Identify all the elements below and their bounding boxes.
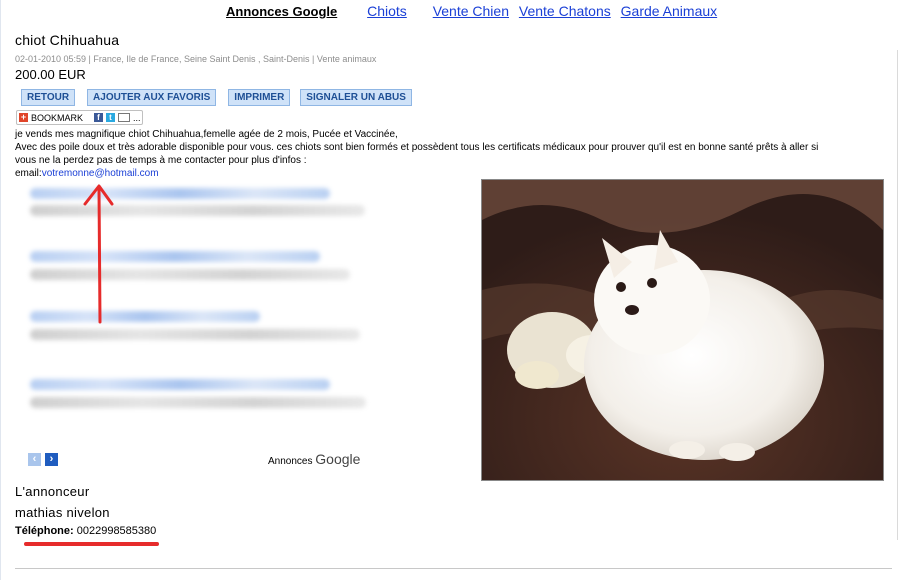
ads-label: Annonces bbox=[268, 456, 313, 467]
blurred-ad-line bbox=[30, 329, 360, 340]
advertiser-name: mathias nivelon bbox=[15, 505, 110, 520]
description-line: Avec des poile doux et très adorable dis… bbox=[15, 142, 819, 153]
advertiser-phone: Téléphone: 0022998585380 bbox=[15, 525, 156, 537]
chevron-right-icon[interactable]: › bbox=[45, 453, 58, 466]
bottom-divider bbox=[15, 568, 892, 569]
top-navigation: Annonces Google Chiots Vente Chien Vente… bbox=[226, 3, 739, 19]
blurred-ad-line bbox=[30, 379, 330, 390]
twitter-icon[interactable]: t bbox=[106, 113, 116, 122]
right-divider bbox=[897, 50, 898, 540]
nav-link-chiots[interactable]: Chiots bbox=[367, 3, 407, 19]
more-share-label[interactable]: ... bbox=[133, 113, 141, 123]
bookmark-share-button[interactable]: + BOOKMARK f t ... bbox=[16, 110, 143, 125]
ads-pager: ‹ › bbox=[28, 453, 58, 466]
add-favorite-button[interactable]: AJOUTER AUX FAVORIS bbox=[87, 89, 217, 106]
description-line: je vends mes magnifique chiot Chihuahua,… bbox=[15, 129, 398, 140]
back-button[interactable]: RETOUR bbox=[21, 89, 76, 106]
listing-price: 200.00 EUR bbox=[15, 67, 86, 82]
blurred-ad-line bbox=[30, 188, 330, 199]
left-border bbox=[0, 0, 1, 580]
report-abuse-button[interactable]: SIGNALER UN ABUS bbox=[300, 89, 412, 106]
red-annotation-arrow bbox=[83, 184, 114, 324]
nav-link-garde-animaux[interactable]: Garde Animaux bbox=[621, 3, 718, 19]
google-ads-label[interactable]: Annonces Google bbox=[226, 4, 337, 19]
listing-page: Annonces Google Chiots Vente Chien Vente… bbox=[0, 0, 908, 580]
nav-link-vente-chien[interactable]: Vente Chien bbox=[433, 3, 509, 19]
phone-number[interactable]: 0022998585380 bbox=[77, 525, 157, 537]
advertiser-heading: L'annonceur bbox=[15, 484, 90, 499]
phone-label: Téléphone: bbox=[15, 525, 74, 537]
email-prefix: email: bbox=[15, 168, 42, 179]
listing-meta: 02-01-2010 05:59 | France, Ile de France… bbox=[15, 54, 377, 64]
blurred-ad-line bbox=[30, 397, 366, 408]
puppy-photo-illustration bbox=[482, 180, 883, 480]
google-brand: Google bbox=[315, 451, 361, 467]
action-buttons: RETOUR AJOUTER AUX FAVORIS IMPRIMER SIGN… bbox=[21, 89, 412, 106]
nav-link-vente-chatons[interactable]: Vente Chatons bbox=[519, 3, 611, 19]
email-link[interactable]: votremonne@hotmail.com bbox=[42, 168, 159, 179]
bookmark-label: BOOKMARK bbox=[31, 112, 84, 123]
add-icon: + bbox=[19, 112, 28, 122]
ads-by-google[interactable]: Annonces Google bbox=[268, 451, 360, 467]
print-button[interactable]: IMPRIMER bbox=[228, 89, 291, 106]
red-annotation-underline bbox=[24, 542, 159, 546]
facebook-icon[interactable]: f bbox=[94, 113, 104, 122]
listing-photo[interactable] bbox=[481, 179, 884, 481]
listing-title: chiot Chihuahua bbox=[15, 32, 120, 48]
listing-description: je vends mes magnifique chiot Chihuahua,… bbox=[15, 128, 900, 180]
description-line: vous ne la perdez pas de temps à me cont… bbox=[15, 155, 307, 166]
blurred-ad-line bbox=[30, 251, 320, 262]
chevron-left-icon[interactable]: ‹ bbox=[28, 453, 41, 466]
blurred-ad-line bbox=[30, 311, 260, 322]
blurred-ad-line bbox=[30, 269, 350, 280]
mail-icon[interactable] bbox=[118, 113, 131, 122]
